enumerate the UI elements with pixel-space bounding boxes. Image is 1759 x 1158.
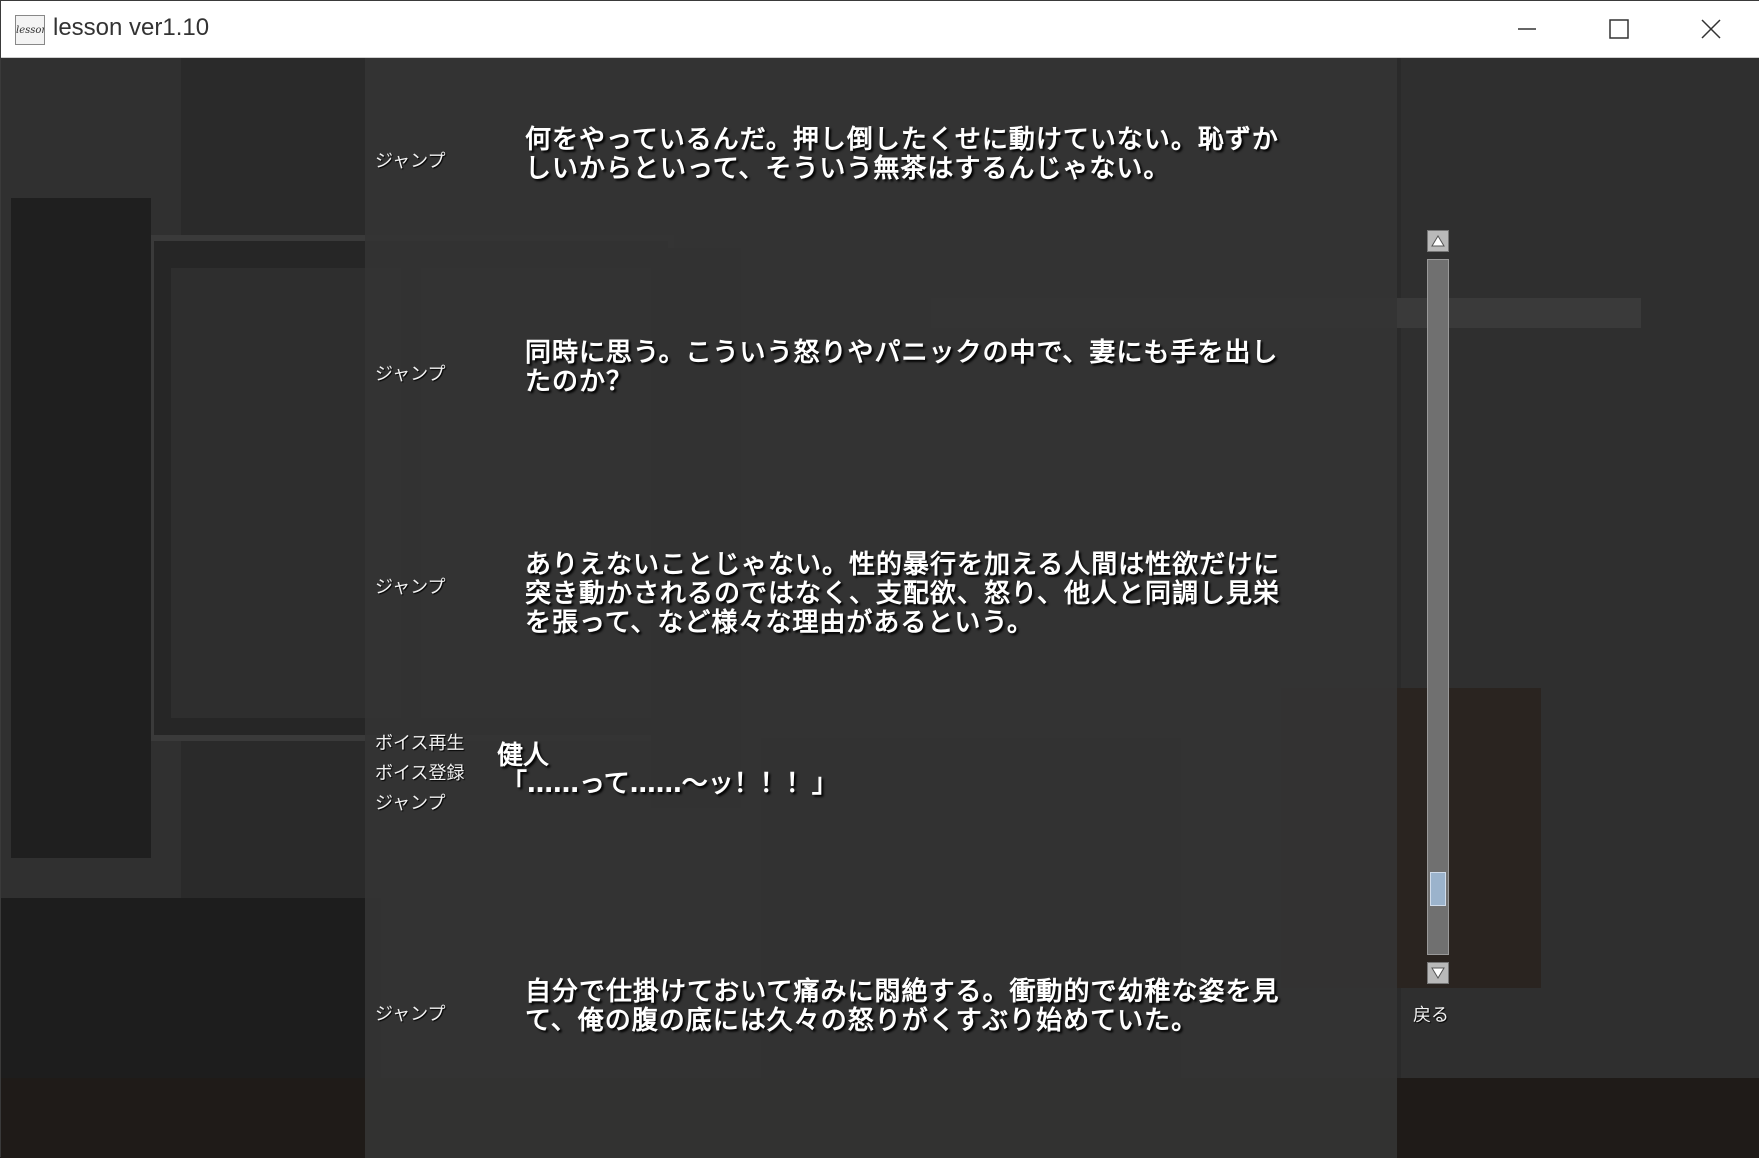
backlog-message: ありえないことじゃない。性的暴行を加える人間は性欲だけに 突き動かされるのではな… [525, 551, 1305, 638]
scroll-down-button[interactable] [1427, 962, 1449, 984]
message-line: 同時に思う。こういう怒りやパニックの中で、妻にも手を出し [525, 338, 1279, 368]
message-line: しいからといって、そういう無茶はするんじゃない。 [525, 154, 1171, 184]
jump-button[interactable]: ジャンプ [375, 789, 446, 815]
minimize-button[interactable] [1481, 1, 1573, 57]
arrow-down-icon [1431, 967, 1445, 979]
dialogue-line: 「……って……～ッ！！！」 [501, 769, 838, 799]
title-bar[interactable]: lesson lesson ver1.10 [1, 1, 1759, 58]
message-line: 自分で仕掛けておいて痛みに悶絶する。衝動的で幼稚な姿を見 [525, 977, 1280, 1007]
scrollbar-track[interactable] [1427, 259, 1449, 955]
jump-button[interactable]: ジャンプ [375, 1000, 446, 1026]
backlog-message: 同時に思う。こういう怒りやパニックの中で、妻にも手を出し たのか？ [525, 339, 1305, 397]
message-line: ありえないことじゃない。性的暴行を加える人間は性欲だけに [525, 550, 1281, 580]
maximize-icon [1609, 19, 1629, 39]
arrow-up-icon [1431, 235, 1445, 247]
back-button[interactable]: 戻る [1413, 1001, 1449, 1027]
jump-button[interactable]: ジャンプ [375, 573, 446, 599]
jump-button[interactable]: ジャンプ [375, 360, 446, 386]
backlog-message: 何をやっているんだ。押し倒したくせに動けていない。恥ずか しいからといって、そう… [525, 126, 1305, 184]
voice-play-button[interactable]: ボイス再生 [375, 729, 464, 755]
message-line: 何をやっているんだ。押し倒したくせに動けていない。恥ずか [525, 125, 1279, 155]
scroll-up-button[interactable] [1427, 230, 1449, 252]
message-line: たのか？ [525, 367, 634, 397]
game-scene: ジャンプ 何をやっているんだ。押し倒したくせに動けていない。恥ずか しいからとい… [1, 58, 1759, 1158]
maximize-button[interactable] [1573, 1, 1665, 57]
jump-button[interactable]: ジャンプ [375, 147, 446, 173]
message-line: を張って、など様々な理由があるという。 [525, 608, 1034, 638]
close-button[interactable] [1665, 1, 1757, 57]
app-icon: lesson [15, 15, 45, 45]
voice-register-button[interactable]: ボイス登録 [375, 759, 464, 785]
close-icon [1701, 19, 1721, 39]
message-line: て、俺の腹の底には久々の怒りがくすぶり始めていた。 [525, 1006, 1199, 1036]
game-window: lesson lesson ver1.10 ジャンプ 何をやっているんだ。押し倒… [0, 0, 1759, 1158]
message-line: 突き動かされるのではなく、支配欲、怒り、他人と同調し見栄 [525, 579, 1280, 609]
backlog-message: 自分で仕掛けておいて痛みに悶絶する。衝動的で幼稚な姿を見 て、俺の腹の底には久々… [525, 978, 1305, 1036]
minimize-icon [1518, 28, 1536, 30]
window-title: lesson ver1.10 [53, 14, 210, 41]
scrollbar-thumb[interactable] [1430, 872, 1446, 906]
